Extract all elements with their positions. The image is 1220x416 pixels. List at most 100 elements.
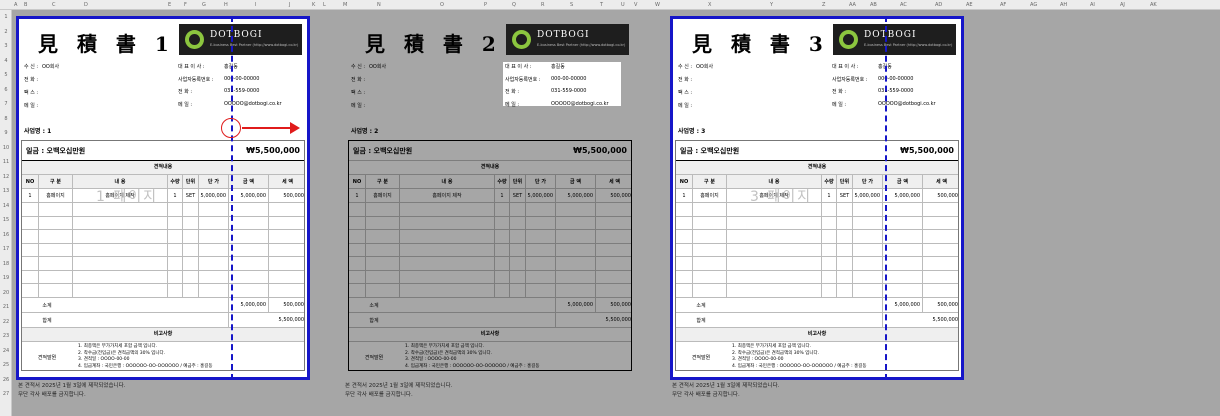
row-header-cell[interactable]: 6	[1, 87, 11, 93]
table-cell[interactable]	[38, 230, 72, 243]
table-cell[interactable]	[852, 284, 882, 297]
amount-value[interactable]: ₩5,500,000	[900, 146, 954, 155]
table-cell[interactable]	[821, 270, 836, 283]
subtotal-amount[interactable]: 5,000,000	[228, 298, 268, 312]
column-header-cell[interactable]: I	[255, 2, 256, 8]
table-cell[interactable]	[852, 243, 882, 256]
row-header-cell[interactable]: 26	[1, 377, 11, 383]
table-cell[interactable]	[38, 243, 72, 256]
table-cell[interactable]: 홈페이지	[692, 189, 726, 202]
recipient-value[interactable]: OO회사	[696, 63, 713, 70]
row-header-cell[interactable]: 27	[1, 391, 11, 397]
row-header-cell[interactable]: 16	[1, 232, 11, 238]
table-cell[interactable]: 5,000,000	[555, 189, 595, 202]
table-cell[interactable]	[494, 257, 509, 270]
table-cell[interactable]: 500,000	[595, 189, 633, 202]
table-cell[interactable]	[228, 243, 268, 256]
table-cell[interactable]: 홈페이지	[365, 189, 399, 202]
table-cell[interactable]	[525, 270, 555, 283]
table-cell[interactable]	[182, 216, 198, 229]
row-header-cell[interactable]: 22	[1, 319, 11, 325]
column-header-cell[interactable]: Z	[822, 2, 825, 8]
table-cell[interactable]	[922, 284, 960, 297]
table-cell[interactable]	[509, 284, 525, 297]
table-cell[interactable]	[882, 284, 922, 297]
column-header-cell[interactable]: M	[343, 2, 347, 8]
table-cell[interactable]	[228, 270, 268, 283]
column-header-cell[interactable]: AD	[935, 2, 942, 8]
table-cell[interactable]	[167, 270, 182, 283]
table-cell[interactable]	[882, 216, 922, 229]
table-cell[interactable]	[595, 284, 633, 297]
row-header-cell[interactable]: 10	[1, 145, 11, 151]
table-cell[interactable]: NO	[22, 175, 38, 188]
table-cell[interactable]	[349, 217, 365, 230]
table-cell[interactable]	[509, 216, 525, 229]
table-cell[interactable]: 세 액	[922, 175, 960, 188]
project-name[interactable]: 사업명 : 3	[678, 126, 705, 135]
subtotal-tax[interactable]: 500,000	[268, 298, 306, 312]
table-cell[interactable]	[836, 230, 852, 243]
table-cell[interactable]	[676, 230, 692, 243]
row-header-cell[interactable]: 5	[1, 72, 11, 78]
table-cell[interactable]	[836, 203, 852, 216]
table-cell[interactable]: 수량	[494, 175, 509, 188]
table-cell[interactable]	[555, 216, 595, 229]
table-cell[interactable]: 내 용	[399, 175, 494, 188]
column-header-cell[interactable]: X	[708, 2, 711, 8]
column-header-cell[interactable]: AA	[849, 2, 856, 8]
table-cell[interactable]	[726, 284, 821, 297]
table-cell[interactable]	[595, 216, 633, 229]
table-cell[interactable]: SET	[509, 189, 525, 202]
table-cell[interactable]	[821, 243, 836, 256]
table-cell[interactable]	[726, 243, 821, 256]
table-cell[interactable]: 5,000,000	[525, 189, 555, 202]
amount-value[interactable]: ₩5,500,000	[246, 146, 300, 155]
table-cell[interactable]: 단위	[182, 175, 198, 188]
table-cell[interactable]	[72, 270, 167, 283]
table-cell[interactable]	[852, 230, 882, 243]
table-cell[interactable]: 구 분	[38, 175, 72, 188]
table-cell[interactable]	[72, 243, 167, 256]
table-cell[interactable]	[821, 230, 836, 243]
table-cell[interactable]: 구 분	[692, 175, 726, 188]
total-value[interactable]: 5,500,000	[555, 313, 633, 327]
table-cell[interactable]	[509, 243, 525, 256]
table-cell[interactable]	[509, 203, 525, 216]
row-header-cell[interactable]: 4	[1, 58, 11, 64]
table-cell[interactable]: 단 가	[852, 175, 882, 188]
column-header-cell[interactable]: AF	[1000, 2, 1006, 8]
page-break-line[interactable]	[885, 16, 887, 380]
table-cell[interactable]: 5,000,000	[228, 189, 268, 202]
table-cell[interactable]	[72, 284, 167, 297]
row-header-cell[interactable]: 19	[1, 275, 11, 281]
table-cell[interactable]	[692, 257, 726, 270]
table-cell[interactable]: 금 액	[555, 175, 595, 188]
row-header-cell[interactable]: 8	[1, 116, 11, 122]
table-cell[interactable]	[882, 203, 922, 216]
table-cell[interactable]	[365, 230, 399, 243]
table-cell[interactable]: 홈페이지 제작	[399, 189, 494, 202]
row-header-cell[interactable]: 3	[1, 43, 11, 49]
table-cell[interactable]	[198, 284, 228, 297]
company-value[interactable]: OOOOO@dotbogi.co.kr	[551, 101, 609, 107]
column-header-cell[interactable]: AG	[1030, 2, 1037, 8]
table-cell[interactable]: 5,000,000	[882, 189, 922, 202]
table-cell[interactable]	[922, 257, 960, 270]
table-cell[interactable]	[494, 230, 509, 243]
table-cell[interactable]: 500,000	[268, 189, 306, 202]
column-header-cell[interactable]: B	[24, 2, 27, 8]
row-header-cell[interactable]: 23	[1, 333, 11, 339]
table-cell[interactable]	[22, 244, 38, 257]
table-cell[interactable]	[365, 284, 399, 297]
table-cell[interactable]	[182, 230, 198, 243]
row-header-cell[interactable]: 2	[1, 29, 11, 35]
column-header-cell[interactable]: V	[634, 2, 637, 8]
table-cell[interactable]	[182, 243, 198, 256]
table-cell[interactable]	[22, 230, 38, 243]
table-cell[interactable]	[676, 257, 692, 270]
table-cell[interactable]	[198, 203, 228, 216]
column-header-cell[interactable]: AC	[900, 2, 907, 8]
table-cell[interactable]: 구 분	[365, 175, 399, 188]
table-cell[interactable]	[268, 203, 306, 216]
